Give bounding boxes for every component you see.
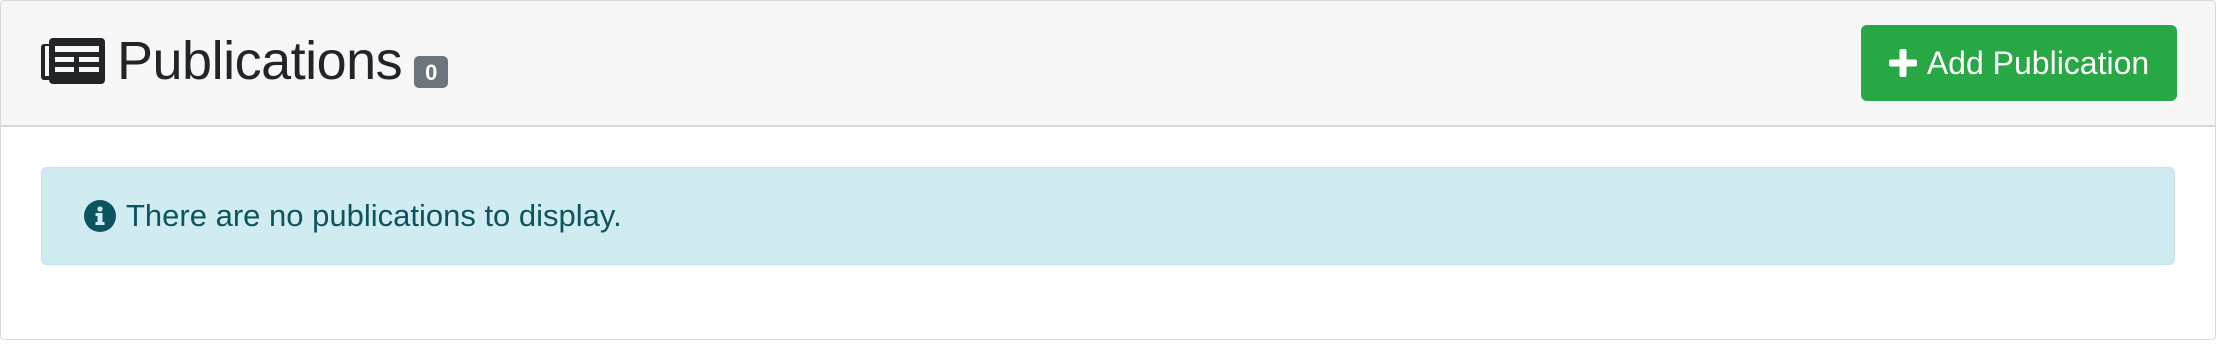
add-publication-button[interactable]: Add Publication [1861, 25, 2177, 101]
title-group: Publications 0 [41, 25, 449, 97]
card-header: Publications 0 Add Publication [1, 1, 2215, 127]
plus-icon [1888, 49, 1917, 77]
count-badge: 0 [414, 56, 449, 88]
add-publication-label: Add Publication [1926, 44, 2150, 81]
newspaper-icon [41, 38, 105, 84]
page-title: Publications [117, 31, 403, 91]
publications-card: Publications 0 Add Publication There are… [0, 0, 2216, 340]
info-circle-icon [84, 200, 116, 232]
empty-state-message: There are no publications to display. [126, 198, 622, 233]
empty-state-alert: There are no publications to display. [41, 167, 2175, 265]
